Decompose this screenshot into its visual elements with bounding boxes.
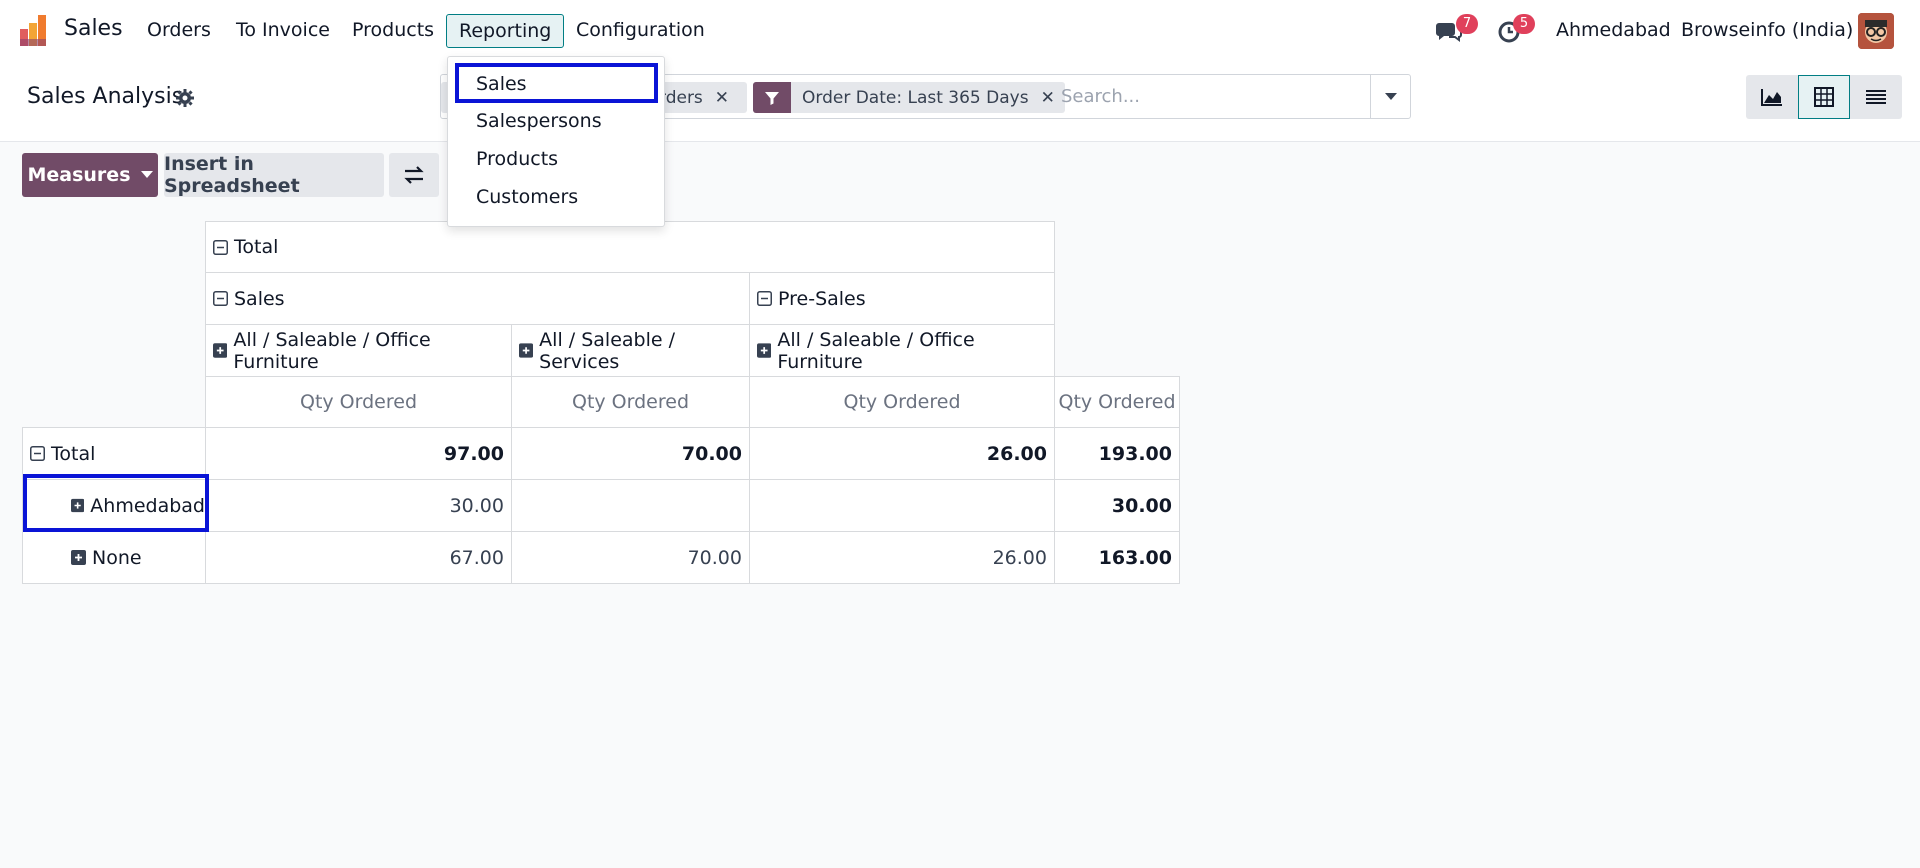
collapse-icon	[757, 291, 772, 306]
pivot-cell[interactable]: 70.00	[511, 427, 750, 480]
avatar-face-icon	[1858, 13, 1894, 49]
pivot-col-header-office-furniture[interactable]: All / Saleable / Office Furniture	[205, 324, 512, 377]
pivot-cell-total[interactable]: 163.00	[1054, 531, 1180, 584]
ahmedabad-highlight-box	[23, 474, 209, 532]
pivot-measure-header[interactable]: Qty Ordered	[205, 376, 512, 428]
sales-menu-highlight-box	[455, 63, 658, 103]
facet-order-date-label: Order Date: Last 365 Days	[802, 87, 1029, 108]
caret-down-icon	[140, 171, 153, 178]
collapse-icon	[30, 446, 45, 461]
expand-icon	[519, 343, 534, 358]
collapse-icon	[213, 291, 228, 306]
graph-view-button[interactable]	[1746, 75, 1798, 119]
pivot-col-header-presales-office-furniture[interactable]: All / Saleable / Office Furniture	[749, 324, 1055, 377]
pivot-cell[interactable]	[511, 479, 750, 532]
pivot-col-header-office-furniture-label: All / Saleable / Office Furniture	[233, 328, 431, 373]
reporting-dropdown-menu: Sales Salespersons Products Customers	[447, 56, 665, 227]
app-name[interactable]: Sales	[64, 16, 123, 41]
area-chart-icon	[1761, 89, 1782, 106]
menu-products[interactable]: Products	[352, 19, 434, 41]
collapse-icon	[213, 239, 228, 255]
pivot-cell[interactable]: 97.00	[205, 427, 512, 480]
pivot-row-header-total[interactable]: Total	[22, 427, 206, 480]
insert-spreadsheet-button[interactable]: Insert in Spreadsheet	[164, 153, 384, 197]
menu-configuration[interactable]: Configuration	[576, 19, 705, 41]
pivot-view-button[interactable]	[1798, 75, 1850, 119]
company-switcher[interactable]: Browseinfo (India)	[1681, 19, 1853, 41]
flip-axis-button[interactable]	[389, 153, 439, 197]
pivot-measure-header[interactable]: Qty Ordered	[749, 376, 1055, 428]
gear-icon[interactable]	[176, 89, 194, 107]
pivot-col-header-presales-office-furniture-label: All / Saleable / Office Furniture	[777, 328, 975, 373]
page-title: Sales Analysis	[27, 84, 184, 109]
facet-orders-close-icon[interactable]: ✕	[715, 88, 729, 108]
expand-icon	[757, 343, 772, 358]
control-panel: Sales Analysis rders ✕ Order Date: Last …	[0, 62, 1920, 142]
pivot-cell-total[interactable]: 30.00	[1054, 479, 1180, 532]
facet-order-date-close-icon[interactable]: ✕	[1041, 88, 1055, 108]
pivot-col-header-total[interactable]: Total	[205, 221, 1055, 273]
user-avatar[interactable]	[1858, 13, 1894, 49]
pivot-measure-header[interactable]: Qty Ordered	[1054, 376, 1180, 428]
search-input[interactable]	[1061, 75, 1361, 118]
pivot-col-header-sales[interactable]: Sales	[205, 272, 750, 325]
pivot-cell[interactable]: 70.00	[511, 531, 750, 584]
list-icon	[1866, 90, 1886, 104]
top-navbar: Sales Orders To Invoice Products Reporti…	[0, 0, 1920, 62]
pivot-cell[interactable]: 67.00	[205, 531, 512, 584]
caret-down-icon	[1384, 92, 1397, 100]
pivot-cell[interactable]: 26.00	[749, 427, 1055, 480]
reporting-menu-salespersons[interactable]: Salespersons	[476, 110, 602, 132]
reporting-menu-customers[interactable]: Customers	[476, 186, 578, 208]
menu-orders[interactable]: Orders	[147, 19, 211, 41]
measures-button[interactable]: Measures	[22, 153, 158, 197]
facet-order-date: Order Date: Last 365 Days ✕	[753, 82, 1065, 113]
expand-icon	[213, 343, 228, 358]
pivot-col-header-services[interactable]: All / Saleable / Services	[511, 324, 750, 377]
facet-orders-label: rders	[659, 87, 703, 108]
messages-count-badge: 7	[1456, 14, 1478, 34]
pivot-col-header-pre-sales-label: Pre-Sales	[778, 287, 866, 310]
pivot-row-header-none[interactable]: None	[22, 531, 206, 584]
exchange-icon	[404, 166, 424, 184]
pivot-row-header-total-label: Total	[51, 442, 96, 465]
pivot-col-header-services-label: All / Saleable / Services	[539, 328, 675, 373]
pivot-row-header-none-label: None	[92, 546, 142, 569]
pivot-cell-total[interactable]: 193.00	[1054, 427, 1180, 480]
pivot-col-header-pre-sales[interactable]: Pre-Sales	[749, 272, 1055, 325]
search-options-toggle[interactable]	[1370, 75, 1410, 118]
company-city[interactable]: Ahmedabad	[1556, 19, 1671, 41]
pivot-col-header-total-label: Total	[234, 236, 279, 258]
pivot-cell[interactable]: 26.00	[749, 531, 1055, 584]
pivot-col-header-sales-label: Sales	[234, 287, 285, 310]
pivot-cell[interactable]	[749, 479, 1055, 532]
menu-to-invoice[interactable]: To Invoice	[236, 19, 330, 41]
expand-icon	[71, 550, 86, 565]
pivot-cell[interactable]: 30.00	[205, 479, 512, 532]
pivot-table-icon	[1814, 87, 1834, 107]
pivot-measure-header[interactable]: Qty Ordered	[511, 376, 750, 428]
sales-app-icon[interactable]	[20, 15, 51, 46]
menu-reporting[interactable]: Reporting	[446, 14, 565, 48]
list-view-button[interactable]	[1850, 75, 1902, 119]
filter-icon	[753, 82, 791, 113]
measures-label: Measures	[27, 164, 131, 186]
activities-count-badge: 5	[1513, 14, 1535, 34]
reporting-menu-products[interactable]: Products	[476, 148, 558, 170]
